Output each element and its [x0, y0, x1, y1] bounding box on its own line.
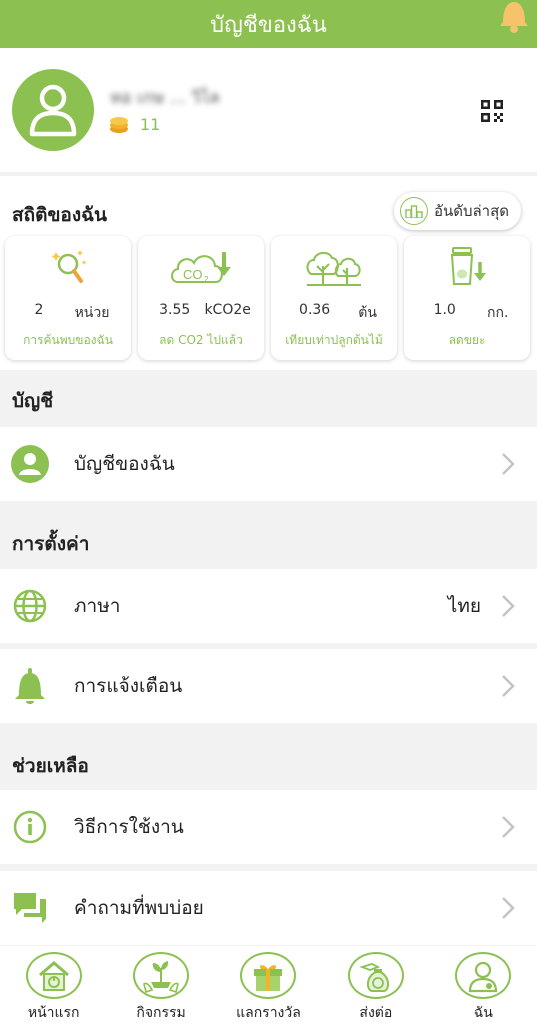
- howto-row[interactable]: วิธีการใช้งาน: [0, 790, 537, 864]
- settings-section-title: การตั้งค่า: [12, 533, 90, 555]
- stat-unit: kCO2e: [204, 302, 251, 318]
- faq-label: คำถามที่พบบ่อย: [74, 897, 204, 919]
- globe-icon: [11, 587, 49, 625]
- coin-count: 11: [140, 114, 161, 134]
- language-row[interactable]: ภาษา ไทย: [0, 569, 537, 643]
- user-icon: [29, 84, 77, 137]
- chat-bubble-icon: [11, 889, 49, 927]
- stat-value: 0.36: [299, 302, 331, 318]
- trees-icon: [306, 252, 361, 286]
- user-icon: [469, 961, 498, 992]
- language-label: ภาษา: [74, 595, 121, 617]
- stat-value: 3.55: [159, 302, 191, 318]
- stat-value: 1.0: [433, 302, 456, 318]
- ranking-label: อันดับล่าสุด: [433, 202, 509, 220]
- howto-label: วิธีการใช้งาน: [74, 816, 184, 838]
- tab-label: ฉัน: [473, 1005, 493, 1021]
- chevron-right-icon: [502, 897, 515, 919]
- stat-label: ลด CO2 ไปแล้ว: [159, 333, 243, 347]
- svg-text:2: 2: [204, 275, 209, 284]
- notification-bell-icon: [11, 667, 49, 705]
- stat-unit: หน่วย: [74, 305, 110, 321]
- tab-label: กิจกรรม: [136, 1005, 186, 1021]
- chevron-right-icon: [502, 595, 515, 617]
- co2-cloud-icon: CO 2: [171, 252, 231, 284]
- tab-me[interactable]: ฉัน: [433, 946, 533, 1024]
- magnifier-sparkle-icon: [51, 250, 87, 283]
- stat-card-discoveries[interactable]: 2 หน่วย การค้นพบของฉัน: [5, 236, 131, 360]
- stat-label: เทียบเท่าปลูกต้นไม้: [285, 333, 383, 347]
- stat-unit: กก.: [487, 305, 509, 321]
- qr-code-icon[interactable]: [481, 100, 503, 122]
- stat-label: การค้นพบของฉัน: [23, 333, 113, 347]
- ranking-button[interactable]: อันดับล่าสุด: [393, 192, 521, 230]
- plant-icon: [143, 960, 179, 993]
- notifications-row[interactable]: การแจ้งเตือน: [0, 649, 537, 723]
- stat-card-co2[interactable]: CO 2 3.55 kCO2e ลด CO2 ไปแล้ว: [138, 236, 264, 360]
- coin-balance: 11: [108, 114, 160, 134]
- stats-section: สถิติของฉัน อันดับล่าสุด 2 หน่วย การค้นพ…: [0, 176, 537, 370]
- my-account-row[interactable]: บัญชีของฉัน: [0, 427, 537, 501]
- username: หอ เกษ ... วิไล: [110, 88, 220, 108]
- waste-bin-icon: [450, 247, 486, 285]
- home-icon: [38, 960, 69, 991]
- money-bag-icon: [359, 962, 389, 992]
- stat-unit: ต้น: [358, 305, 377, 321]
- faq-row[interactable]: คำถามที่พบบ่อย: [0, 871, 537, 945]
- app-header: บัญชีของฉัน: [0, 0, 537, 48]
- bell-icon[interactable]: [495, 0, 531, 36]
- chevron-right-icon: [502, 816, 515, 838]
- tab-label: แลกรางวัล: [236, 1005, 301, 1021]
- notifications-label: การแจ้งเตือน: [74, 675, 183, 697]
- tab-pass-on[interactable]: ส่งต่อ: [326, 946, 426, 1024]
- stat-card-waste[interactable]: 1.0 กก. ลดขยะ: [404, 236, 530, 360]
- profile-card: หอ เกษ ... วิไล 11: [0, 48, 537, 172]
- tab-label: หน้าแรก: [27, 1005, 80, 1021]
- tab-rewards[interactable]: แลกรางวัล: [218, 946, 318, 1024]
- stat-value: 2: [34, 302, 44, 318]
- stat-label: ลดขยะ: [448, 333, 486, 347]
- avatar[interactable]: [12, 69, 94, 151]
- account-section-title: บัญชี: [12, 390, 54, 412]
- my-account-label: บัญชีของฉัน: [74, 453, 175, 475]
- gift-icon: [254, 964, 283, 991]
- coins-icon: [110, 117, 128, 133]
- page-title: บัญชีของฉัน: [210, 12, 327, 38]
- chevron-right-icon: [502, 453, 515, 475]
- tab-label: ส่งต่อ: [359, 1005, 393, 1021]
- stat-card-trees[interactable]: 0.36 ต้น เทียบเท่าปลูกต้นไม้: [271, 236, 397, 360]
- svg-text:CO: CO: [183, 267, 203, 282]
- chevron-right-icon: [502, 675, 515, 697]
- stats-title: สถิติของฉัน: [12, 204, 108, 226]
- info-icon: [11, 808, 49, 846]
- help-section-title: ช่วยเหลือ: [12, 755, 89, 777]
- tab-home[interactable]: หน้าแรก: [4, 946, 104, 1024]
- bottom-tab-bar: หน้าแรก กิจกรรม แลกรางวัล ส่งต่อ ฉัน: [0, 946, 537, 1024]
- podium-icon: [399, 197, 428, 225]
- tab-activities[interactable]: กิจกรรม: [111, 946, 211, 1024]
- language-value: ไทย: [447, 595, 481, 617]
- account-circle-icon: [11, 445, 49, 483]
